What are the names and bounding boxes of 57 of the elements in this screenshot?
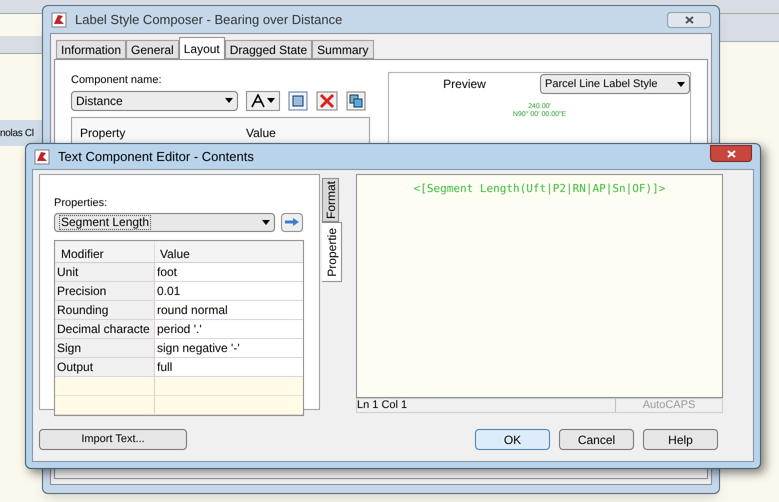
table-cell[interactable]: sign negative '-'	[155, 338, 303, 356]
dropdown-caret-icon	[267, 98, 275, 103]
table-cell[interactable]: foot	[155, 262, 303, 280]
text-contents: <[Segment Length(Uft|P2|RN|AP|Sn|OF)]>	[414, 181, 666, 197]
component-dropdown[interactable]: Distance	[71, 90, 238, 110]
table-cell: Unit	[55, 262, 155, 280]
text-style-button[interactable]	[246, 90, 280, 110]
window-title: Text Component Editor - Contents	[58, 148, 254, 166]
close-icon	[726, 150, 736, 158]
table-cell: Precision	[55, 282, 155, 300]
field-label: Component name:	[71, 73, 162, 88]
app-icon	[51, 12, 67, 28]
app-icon	[34, 148, 50, 164]
layers-icon[interactable]	[346, 90, 366, 110]
status-caps: AutoCAPS	[615, 399, 722, 412]
tab[interactable]: Information	[56, 40, 126, 59]
close-icon	[684, 16, 694, 24]
preview-tab[interactable]: Preview	[389, 75, 540, 93]
delete-icon[interactable]	[316, 90, 338, 110]
dialog-button[interactable]: OK	[475, 429, 550, 450]
dropdown-caret-icon	[677, 82, 685, 86]
table-cell: Output	[55, 358, 155, 376]
column-header: Property	[79, 124, 126, 142]
side-tab[interactable]: Propertie	[322, 222, 342, 282]
table-cell[interactable]: full	[155, 358, 303, 376]
cad-toolbar	[0, 36, 42, 54]
column-header: Value	[159, 246, 191, 262]
import-text-button[interactable]: Import Text...	[39, 429, 187, 450]
dialog-button[interactable]: Help	[643, 429, 718, 450]
side-tab[interactable]: Format	[322, 178, 339, 222]
letter-icon	[251, 94, 265, 108]
table-cell: Decimal characte	[55, 320, 155, 338]
dropdown-caret-icon	[262, 220, 270, 224]
status-position: Ln 1 Col 1	[357, 399, 408, 412]
tab[interactable]: Layout	[178, 37, 225, 59]
arrow-icon	[285, 218, 299, 226]
column-header: Modifier	[55, 240, 155, 262]
insert-button[interactable]	[281, 212, 303, 232]
dialog-button[interactable]: Cancel	[559, 429, 634, 450]
tab[interactable]: Summary	[312, 40, 374, 59]
field-label: Properties:	[54, 196, 108, 211]
close-button[interactable]	[667, 12, 711, 28]
drawing-tab[interactable]: nolas Cl	[0, 120, 42, 146]
table-cell: Sign	[55, 338, 155, 356]
close-button[interactable]	[710, 145, 752, 162]
property-dropdown[interactable]: Segment Length	[54, 212, 275, 232]
drawing-name: nolas Cl	[0, 126, 34, 140]
table-cell[interactable]: period '.'	[155, 320, 303, 338]
table-cell: Rounding	[55, 300, 155, 318]
table-cell[interactable]: 0.01	[155, 282, 303, 300]
column-header: Value	[245, 124, 277, 142]
table-cell[interactable]: round normal	[155, 300, 303, 318]
style-dropdown[interactable]: Parcel Line Label Style	[540, 74, 690, 94]
tab[interactable]: General	[126, 40, 179, 59]
window-title: Label Style Composer - Bearing over Distance	[75, 10, 342, 29]
dropdown-caret-icon	[225, 98, 233, 103]
tab[interactable]: Dragged State	[224, 40, 312, 59]
